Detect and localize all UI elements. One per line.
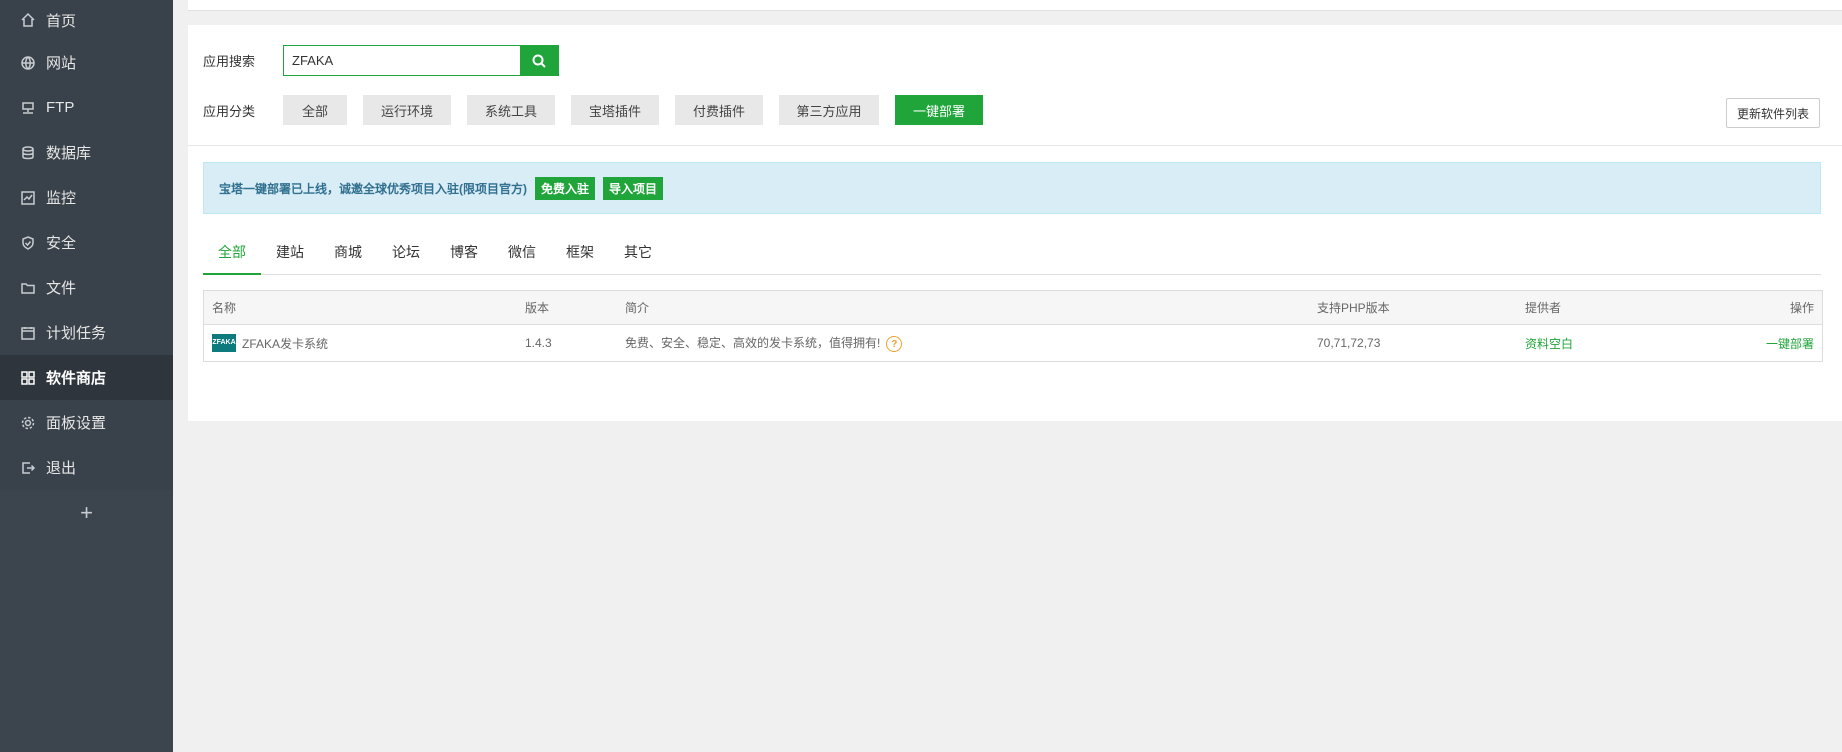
sidebar-item-label: FTP — [46, 99, 75, 116]
sidebar-item-label: 首页 — [46, 12, 77, 30]
sidebar-item-label: 退出 — [46, 460, 77, 477]
monitor-icon — [20, 190, 36, 206]
tab-framework[interactable]: 框架 — [551, 235, 609, 273]
sidebar-item-label: 文件 — [46, 280, 77, 297]
category-all[interactable]: 全部 — [283, 95, 347, 125]
logout-icon — [20, 460, 36, 476]
search-row: 应用搜索 — [203, 45, 559, 76]
category-paid-plugins[interactable]: 付费插件 — [675, 95, 763, 125]
cell-desc: 免费、安全、稳定、高效的发卡系统，值得拥有!? — [625, 334, 1317, 353]
tab-shop[interactable]: 商城 — [319, 235, 377, 273]
sidebar-item-home[interactable]: 首页 — [0, 0, 173, 40]
sidebar-item-website[interactable]: 网站 — [0, 40, 173, 85]
category-system-tools[interactable]: 系统工具 — [467, 95, 555, 125]
category-runtime[interactable]: 运行环境 — [363, 95, 451, 125]
divider — [188, 145, 1842, 146]
folder-icon — [20, 280, 36, 296]
shield-icon — [20, 235, 36, 251]
search-icon — [532, 54, 546, 68]
app-name: ZFAKA发卡系统 — [242, 336, 329, 351]
header-version: 版本 — [525, 301, 550, 315]
refresh-software-list-button[interactable]: 更新软件列表 — [1725, 98, 1820, 128]
sidebar-item-database[interactable]: 数据库 — [0, 130, 173, 175]
globe-icon — [20, 55, 36, 71]
apps-icon — [20, 370, 36, 386]
category-third-party[interactable]: 第三方应用 — [779, 95, 879, 125]
header-php: 支持PHP版本 — [1317, 301, 1390, 315]
tab-wechat[interactable]: 微信 — [493, 235, 551, 273]
app-store-panel: 应用搜索 应用分类 全部 运行环境 系统工具 宝塔插件 付费插件 第三方应用 一… — [188, 25, 1842, 421]
deploy-tabs: 全部 建站 商城 论坛 博客 微信 框架 其它 — [203, 235, 1821, 275]
provider-link[interactable]: 资料空白 — [1525, 335, 1725, 352]
tab-forum[interactable]: 论坛 — [377, 235, 435, 273]
header-desc: 简介 — [625, 301, 650, 315]
cell-name: ZFAKA ZFAKA发卡系统 — [204, 334, 525, 352]
import-project-button[interactable]: 导入项目 — [603, 176, 664, 200]
sidebar-item-label: 安全 — [46, 235, 77, 252]
sidebar-item-monitor[interactable]: 监控 — [0, 175, 173, 220]
sidebar-item-files[interactable]: 文件 — [0, 265, 173, 310]
sidebar-item-label: 监控 — [46, 190, 77, 207]
sidebar-item-label: 数据库 — [46, 145, 92, 162]
top-panel — [188, 0, 1842, 11]
sidebar-nav: 首页 网站 FTP 数据库 监控 安全 文件 计划任务 软件商店 面板设置 退出 — [0, 0, 173, 490]
cell-php: 70,71,72,73 — [1317, 336, 1381, 350]
category-bt-plugins[interactable]: 宝塔插件 — [571, 95, 659, 125]
ftp-icon — [20, 100, 36, 116]
search-button[interactable] — [520, 46, 558, 75]
header-action: 操作 — [1789, 301, 1814, 315]
one-click-deploy-link[interactable]: 一键部署 — [1725, 335, 1822, 352]
sidebar-item-security[interactable]: 安全 — [0, 220, 173, 265]
add-shortcut-button[interactable]: + — [0, 490, 173, 535]
desc-text: 免费、安全、稳定、高效的发卡系统，值得拥有! — [625, 335, 881, 350]
sidebar: 首页 网站 FTP 数据库 监控 安全 文件 计划任务 软件商店 面板设置 退出… — [0, 0, 173, 752]
help-icon[interactable]: ? — [886, 336, 903, 353]
category-one-click-deploy[interactable]: 一键部署 — [895, 95, 983, 125]
sidebar-item-appstore[interactable]: 软件商店 — [0, 355, 173, 400]
category-row: 应用分类 全部 运行环境 系统工具 宝塔插件 付费插件 第三方应用 一键部署 — [203, 95, 999, 125]
category-label: 应用分类 — [203, 103, 256, 119]
calendar-icon — [20, 325, 36, 341]
table-header: 名称 版本 简介 支持PHP版本 提供者 操作 — [204, 291, 1822, 325]
cell-version: 1.4.3 — [525, 336, 552, 350]
alert-message: 宝塔一键部署已上线，诚邀全球优秀项目入驻(限项目官方) — [219, 181, 527, 196]
free-join-button[interactable]: 免费入驻 — [535, 176, 596, 200]
tab-site[interactable]: 建站 — [261, 235, 319, 273]
sidebar-item-label: 计划任务 — [46, 325, 107, 342]
header-provider: 提供者 — [1525, 301, 1562, 315]
header-name: 名称 — [212, 301, 237, 315]
sidebar-item-label: 面板设置 — [46, 415, 107, 432]
tab-other[interactable]: 其它 — [609, 235, 667, 273]
deploy-notice-alert: 宝塔一键部署已上线，诚邀全球优秀项目入驻(限项目官方) 免费入驻 导入项目 — [203, 162, 1821, 214]
sidebar-item-logout[interactable]: 退出 — [0, 445, 173, 490]
tab-blog[interactable]: 博客 — [435, 235, 493, 273]
sidebar-item-ftp[interactable]: FTP — [0, 85, 173, 130]
sidebar-item-label: 软件商店 — [46, 370, 107, 387]
home-icon — [20, 12, 36, 28]
sidebar-item-cron[interactable]: 计划任务 — [0, 310, 173, 355]
zfaka-logo: ZFAKA — [212, 334, 236, 352]
database-icon — [20, 145, 36, 161]
deploy-table: 名称 版本 简介 支持PHP版本 提供者 操作 ZFAKA ZFAKA发卡系统 … — [203, 290, 1823, 362]
sidebar-item-settings[interactable]: 面板设置 — [0, 400, 173, 445]
tab-all[interactable]: 全部 — [203, 235, 261, 275]
search-input[interactable] — [284, 47, 520, 74]
search-label: 应用搜索 — [203, 54, 256, 69]
gear-icon — [20, 415, 36, 431]
table-row: ZFAKA ZFAKA发卡系统 1.4.3 免费、安全、稳定、高效的发卡系统，值… — [204, 325, 1822, 361]
sidebar-item-label: 网站 — [46, 55, 77, 72]
search-box — [283, 45, 559, 76]
